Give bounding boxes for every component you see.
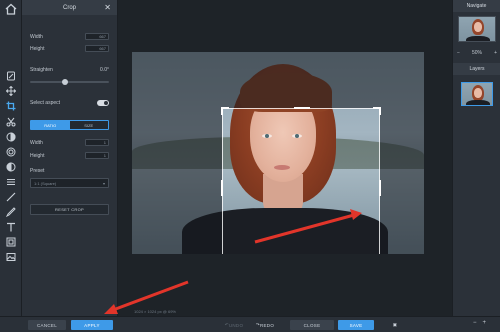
frame-icon[interactable] — [4, 236, 18, 248]
straighten-value: 0.0° — [100, 67, 109, 73]
ratio-height-field[interactable]: 1 — [85, 152, 109, 159]
straighten-row: Straighten 0.0° — [30, 67, 109, 73]
minus-icon[interactable]: − — [457, 50, 460, 56]
image-dimensions: 1024 × 1024 px @ 69% — [134, 309, 176, 314]
reset-crop-button[interactable]: RESET CROP — [30, 204, 109, 215]
crop-handle-left[interactable] — [221, 180, 223, 196]
select-aspect-toggle[interactable] — [97, 100, 109, 106]
bottom-bar: CANCEL APPLY ↶ UNDO ↷ REDO CLOSE SAVE ▣ … — [0, 316, 500, 332]
crop-icon[interactable] — [4, 100, 18, 112]
width-row: Width 667 — [30, 33, 109, 40]
height-row: Height 667 — [30, 45, 109, 52]
preset-value: 1:1 (Square) — [34, 180, 57, 186]
brush-icon[interactable] — [4, 191, 18, 203]
crop-mask-top — [222, 52, 380, 108]
brightness-icon[interactable] — [4, 131, 18, 143]
cut-icon[interactable] — [4, 116, 18, 128]
select-aspect-label: Select aspect — [30, 100, 61, 106]
undo-label: UNDO — [228, 322, 244, 328]
close-button[interactable]: CLOSE — [290, 320, 334, 330]
redo-button[interactable]: ↷ REDO — [252, 320, 278, 330]
navigator-thumbnail[interactable] — [458, 16, 496, 42]
straighten-slider-knob[interactable] — [62, 79, 68, 85]
ratio-height-label: Height — [30, 152, 45, 159]
width-label: Width — [30, 33, 43, 40]
move-icon[interactable] — [4, 85, 18, 97]
bottom-plus-icon[interactable]: + — [482, 320, 492, 326]
preset-select[interactable]: 1:1 (Square) ▾ — [30, 178, 109, 188]
redo-label: REDO — [259, 322, 275, 328]
ratio-width-field[interactable]: 1 — [85, 139, 109, 146]
cancel-button[interactable]: CANCEL — [28, 320, 66, 330]
portrait-photo[interactable] — [132, 52, 424, 254]
height-field[interactable]: 667 — [85, 45, 109, 52]
straighten-label: Straighten — [30, 67, 53, 73]
panel-header: Crop ✕ — [22, 0, 117, 15]
select-aspect-row: Select aspect — [30, 100, 109, 106]
close-icon[interactable]: ✕ — [104, 3, 111, 12]
zoom-control: − 50% + — [457, 49, 497, 57]
crop-mask-left — [132, 52, 222, 254]
layers-title: Layers — [453, 63, 500, 75]
chevron-down-icon: ▾ — [102, 180, 105, 186]
width-field[interactable]: 667 — [85, 33, 109, 40]
canvas-area: 1024 × 1024 px @ 69% — [118, 0, 452, 316]
ratio-height-row: Height 1 — [30, 152, 109, 159]
layer-item[interactable] — [461, 82, 493, 106]
right-panel: Navigate − 50% + Layers — [452, 0, 500, 316]
ratio-width-row: Width 1 — [30, 139, 109, 146]
pen-icon[interactable] — [4, 206, 18, 218]
layers-lines-icon[interactable] — [4, 176, 18, 188]
crop-mask-right — [380, 52, 424, 254]
tool-rail — [0, 0, 22, 332]
apply-button[interactable]: APPLY — [71, 320, 113, 330]
circle-icon[interactable] — [4, 146, 18, 158]
navigate-title: Navigate — [453, 0, 500, 12]
crop-handle-top-left[interactable] — [221, 107, 229, 115]
contrast-icon[interactable] — [4, 161, 18, 173]
aspect-tabs: RATIO SIZE — [30, 120, 109, 130]
crop-box[interactable] — [221, 107, 381, 254]
tab-ratio[interactable]: RATIO — [31, 121, 70, 129]
crop-panel: Crop ✕ Width 667 Height 667 Straighten 0… — [22, 0, 118, 316]
crop-handle-top-right[interactable] — [373, 107, 381, 115]
zoom-value: 50% — [471, 50, 482, 56]
preset-label: Preset — [30, 168, 45, 174]
crop-handle-right[interactable] — [379, 180, 381, 196]
height-label: Height — [30, 45, 45, 52]
straighten-slider[interactable] — [30, 79, 109, 85]
fullscreen-icon[interactable]: ▣ — [390, 320, 400, 330]
ratio-width-label: Width — [30, 139, 43, 146]
tab-size[interactable]: SIZE — [69, 121, 108, 129]
undo-button[interactable]: ↶ UNDO — [222, 320, 246, 330]
save-button[interactable]: SAVE — [338, 320, 374, 330]
image-icon[interactable] — [4, 251, 18, 263]
plus-icon[interactable]: + — [494, 50, 497, 56]
panel-title: Crop — [62, 4, 76, 11]
home-icon[interactable] — [4, 3, 18, 15]
crop-handle-top[interactable] — [294, 107, 310, 109]
text-icon[interactable] — [4, 221, 18, 233]
adjust-icon[interactable] — [4, 70, 18, 82]
bottom-zoom-controls: −+ — [473, 320, 492, 326]
preset-row: Preset — [30, 168, 109, 174]
